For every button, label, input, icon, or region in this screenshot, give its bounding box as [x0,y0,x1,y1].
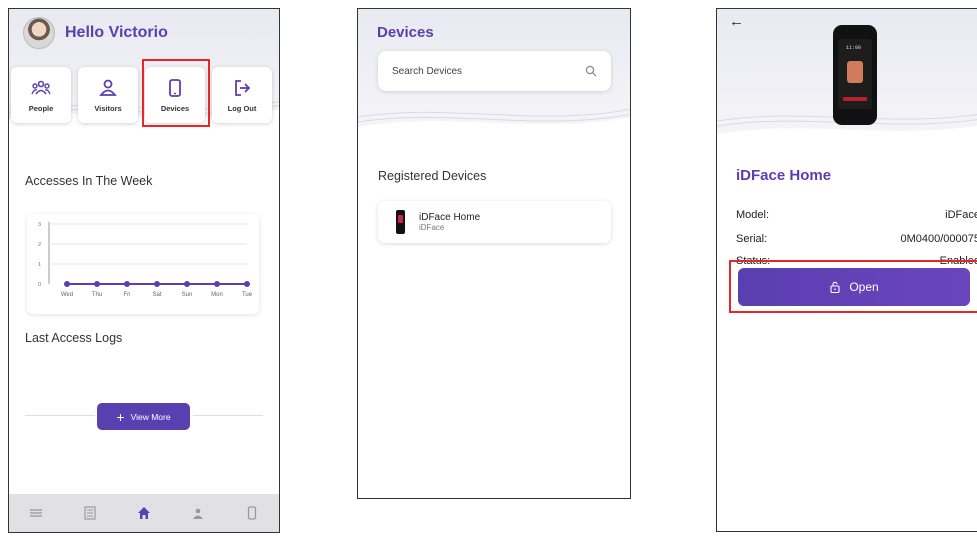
logout-label: Log Out [227,103,257,113]
data-point [184,281,190,287]
data-point [94,281,100,287]
device-image: 11:00 [833,25,877,125]
device-title: iDFace Home [736,167,832,184]
divider-right [193,415,263,416]
face-preview [847,61,863,83]
home-screen: Hello Victorio People Visitors Devices L… [8,8,280,533]
view-more-label: View More [130,411,171,422]
bottom-nav [9,494,279,532]
serial-value: 0M0400/000075 [900,233,977,245]
serial-label: Serial: [736,233,768,245]
model-row: Model: iDFace [736,209,977,221]
greeting: Hello Victorio [23,17,168,49]
logout-icon [235,79,251,96]
data-point [124,281,130,287]
people-icon [31,80,51,94]
x-tick-label: Sat [152,292,161,298]
devices-highlight [142,59,210,127]
accesses-chart: 0 1 2 3 Wed Thu Fri Sat Sun Mon Tue [27,214,259,314]
visitors-button[interactable]: Visitors [78,67,138,123]
device-model: iDFace [419,223,445,232]
people-button[interactable]: People [11,67,71,123]
accesses-chart-svg: 0 1 2 3 Wed Thu Fri Sat Sun Mon Tue [38,222,253,298]
x-tick-label: Thu [92,292,102,298]
avatar[interactable] [23,17,55,49]
x-tick-label: Mon [211,292,223,298]
device-thumbnail [396,210,405,234]
device-detail-screen: ← 11:00 iDFace Home Model: iDFace Serial… [716,8,977,532]
device-list-item[interactable]: iDFace Home iDFace [378,201,611,243]
devices-screen: Devices Registered Devices iDFace Home i… [357,8,631,499]
people-label: People [28,103,54,113]
y-tick-label: 0 [38,282,41,288]
divider-left [25,415,95,416]
list-icon[interactable] [83,506,97,520]
data-point [214,281,220,287]
device-info: iDFace Home iDFace [419,212,480,232]
x-tick-label: Fri [124,292,131,298]
device-screen: 11:00 [838,39,872,109]
accesses-title: Accesses In The Week [25,174,153,188]
visitors-label: Visitors [94,103,122,113]
device-clock: 11:00 [846,45,862,51]
menu-icon[interactable] [29,506,43,520]
x-tick-label: Tue [242,292,253,298]
data-point [244,281,250,287]
y-tick-label: 2 [38,242,41,248]
open-highlight [729,260,977,313]
plus-icon: + [116,408,125,425]
x-tick-label: Wed [61,292,73,298]
y-tick-label: 3 [38,222,41,228]
search-input[interactable] [392,65,562,77]
search-icon[interactable] [585,65,597,77]
y-tick-label: 1 [38,262,41,268]
model-value: iDFace [945,209,977,221]
greeting-text: Hello Victorio [65,24,168,41]
device-icon[interactable] [245,506,259,520]
view-more-button[interactable]: + View More [97,403,190,430]
search-box [378,51,611,91]
page-title: Devices [377,24,434,41]
serial-row: Serial: 0M0400/000075 [736,233,977,245]
home-icon[interactable] [137,506,151,520]
visitor-icon [99,79,117,96]
device-name: iDFace Home [419,212,481,223]
person-icon[interactable] [191,506,205,520]
back-arrow-icon[interactable]: ← [729,13,744,30]
logout-button[interactable]: Log Out [212,67,272,123]
status-bar [843,97,867,101]
registered-devices-title: Registered Devices [378,169,487,183]
data-point [64,281,70,287]
last-logs-title: Last Access Logs [25,331,123,345]
data-point [154,281,160,287]
model-label: Model: [736,209,770,221]
x-tick-label: Sun [182,292,193,298]
